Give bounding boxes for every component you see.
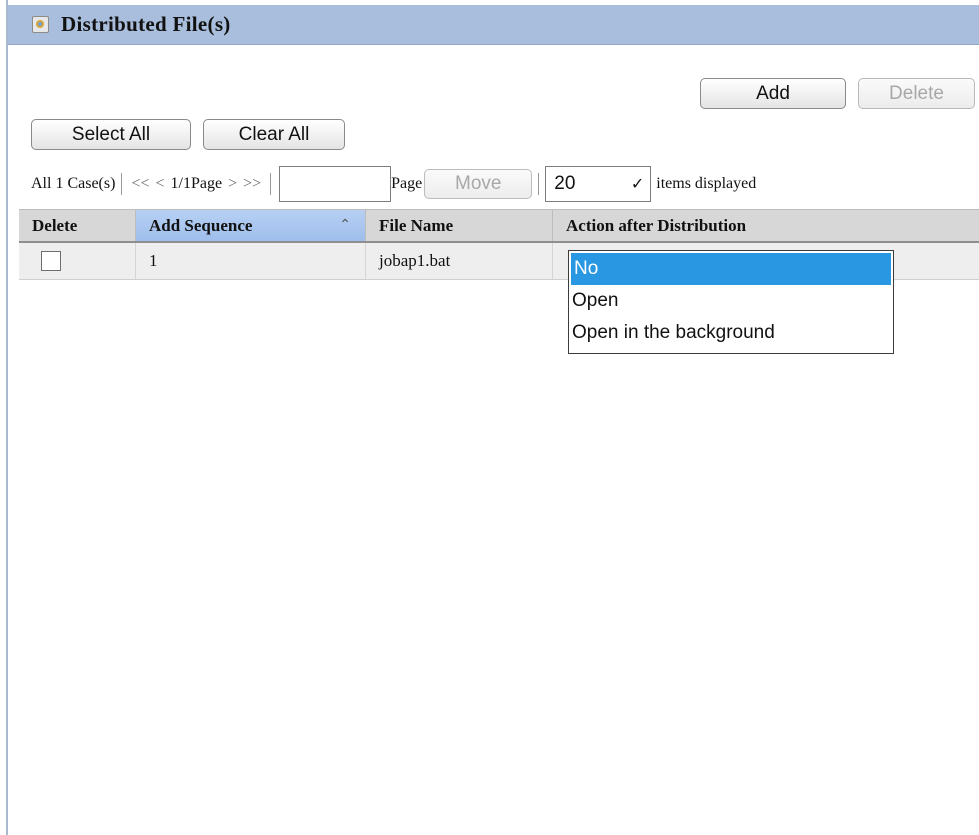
row-sequence: 1	[136, 243, 366, 279]
action-dropdown-list[interactable]: No Open Open in the background	[568, 250, 894, 354]
action-option-no[interactable]: No	[571, 253, 891, 285]
page-info: 1/1Page	[170, 175, 223, 192]
add-button[interactable]: Add	[700, 78, 846, 109]
total-count: All 1 Case(s)	[31, 175, 116, 192]
last-page-link[interactable]: >>	[243, 175, 261, 193]
panel-title: Distributed File(s)	[61, 12, 231, 36]
select-all-button[interactable]: Select All	[31, 119, 191, 150]
items-displayed-label: items displayed	[656, 175, 757, 192]
panel-title-bar: Distributed File(s)	[8, 5, 979, 45]
row-delete-checkbox[interactable]	[41, 251, 61, 271]
pager-bar: All 1 Case(s) << < 1/1Page > >> Page Mov…	[31, 164, 971, 204]
panel-left-border	[6, 0, 8, 835]
action-option-open-background[interactable]: Open in the background	[569, 317, 893, 349]
distribution-icon	[32, 16, 49, 33]
items-per-page-select[interactable]: 20 ✓	[545, 166, 652, 202]
move-button[interactable]: Move	[424, 169, 533, 199]
table-header: Delete Add Sequence ⌃ File Name Action a…	[19, 209, 979, 243]
pager-separator	[538, 173, 540, 195]
row-delete-cell	[19, 243, 136, 279]
row-file-name: jobap1.bat	[366, 243, 553, 279]
items-per-page-value: 20	[554, 173, 576, 194]
first-page-link[interactable]: <<	[131, 175, 149, 193]
delete-button[interactable]: Delete	[858, 78, 975, 109]
col-action-header[interactable]: Action after Distribution	[553, 210, 979, 241]
clear-all-button[interactable]: Clear All	[203, 119, 345, 150]
col-add-sequence-header[interactable]: Add Sequence ⌃	[136, 210, 366, 241]
col-delete-header[interactable]: Delete	[19, 210, 136, 241]
col-add-sequence-label: Add Sequence	[149, 215, 253, 235]
prev-page-link[interactable]: <	[155, 175, 164, 193]
pager-separator	[270, 173, 272, 195]
sort-ascending-icon: ⌃	[339, 218, 351, 233]
page-label: Page	[391, 175, 423, 192]
next-page-link[interactable]: >	[228, 175, 237, 193]
chevron-down-icon: ✓	[630, 176, 645, 193]
action-option-open[interactable]: Open	[569, 285, 893, 317]
page-number-input[interactable]	[279, 166, 392, 202]
pager-separator	[121, 173, 123, 195]
col-file-name-header[interactable]: File Name	[366, 210, 553, 241]
